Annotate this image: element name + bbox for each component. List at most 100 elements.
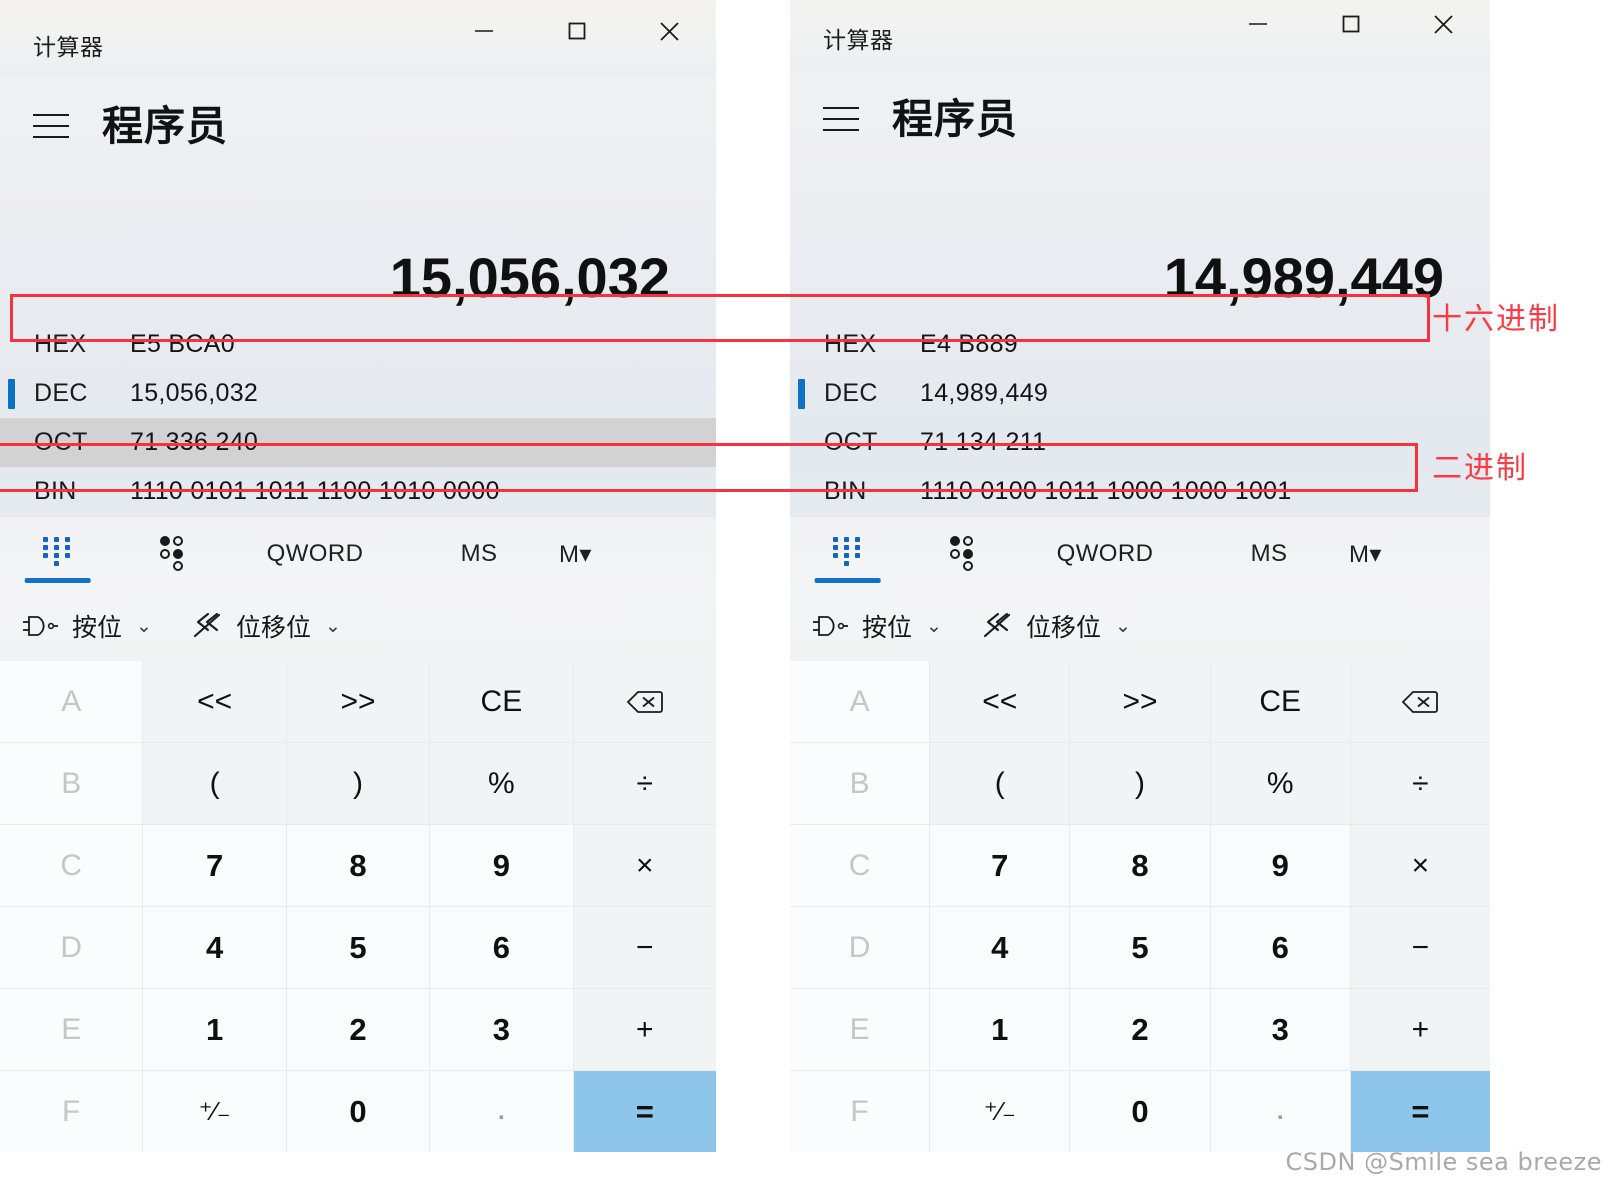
key-2[interactable]: 2 [286, 989, 430, 1070]
key-[interactable]: ) [1070, 743, 1210, 824]
key-[interactable]: − [1350, 907, 1490, 988]
key-8[interactable]: 8 [1070, 825, 1210, 906]
key-[interactable]: ( [143, 743, 286, 824]
key-0[interactable]: 0 [1070, 1071, 1210, 1152]
tab-ms[interactable]: MS [399, 517, 559, 591]
base-row-dec[interactable]: DEC 14,989,449 [790, 369, 1490, 418]
key-b[interactable]: B [790, 743, 930, 824]
hex-annotation-label: 十六进制 [1432, 303, 1560, 336]
key-[interactable]: ⁺∕₋ [143, 1071, 286, 1152]
close-button[interactable] [1397, 0, 1490, 55]
key-3[interactable]: 3 [1210, 989, 1350, 1070]
tab-bits[interactable] [905, 517, 1021, 591]
dropdown-bitwise[interactable]: 按位 ⌄ [22, 608, 152, 644]
key-[interactable]: + [1350, 989, 1490, 1070]
tab-ms[interactable]: MS [1189, 517, 1349, 591]
key-ce[interactable]: CE [430, 661, 573, 742]
key-ce[interactable]: CE [1210, 661, 1350, 742]
hamburger-menu-icon[interactable] [28, 103, 74, 149]
key-6[interactable]: 6 [1210, 907, 1350, 988]
base-row-hex[interactable]: HEX E5 BCA0 [0, 320, 716, 369]
titlebar[interactable]: 计算器 [0, 0, 716, 78]
key-4[interactable]: 4 [930, 907, 1070, 988]
key-7[interactable]: 7 [143, 825, 286, 906]
key-[interactable]: . [430, 1071, 573, 1152]
key-backspace[interactable] [573, 661, 716, 742]
tab-keypad[interactable] [0, 517, 115, 591]
base-row-dec[interactable]: DEC 15,056,032 [0, 369, 716, 418]
key-e[interactable]: E [0, 989, 143, 1070]
tab-bits[interactable] [115, 517, 231, 591]
key-[interactable]: × [573, 825, 716, 906]
maximize-button[interactable] [1304, 0, 1397, 55]
base-label: DEC [34, 379, 88, 407]
key-label: % [488, 766, 515, 800]
hamburger-menu-icon[interactable] [818, 96, 864, 142]
key-[interactable]: × [1350, 825, 1490, 906]
key-[interactable]: ( [930, 743, 1070, 824]
key-a[interactable]: A [0, 661, 143, 742]
key-[interactable]: >> [1070, 661, 1210, 742]
base-row-bin[interactable]: BIN 1110 0101 1011 1100 1010 0000 [0, 467, 716, 516]
key-5[interactable]: 5 [1070, 907, 1210, 988]
minimize-button[interactable] [1211, 0, 1304, 55]
key-a[interactable]: A [790, 661, 930, 742]
key-[interactable]: + [573, 989, 716, 1070]
base-row-oct[interactable]: OCT 71 336 240 [0, 418, 716, 467]
key-6[interactable]: 6 [430, 907, 573, 988]
key-4[interactable]: 4 [143, 907, 286, 988]
key-[interactable]: ÷ [1350, 743, 1490, 824]
key-2[interactable]: 2 [1070, 989, 1210, 1070]
key-[interactable]: >> [286, 661, 430, 742]
key-label: ÷ [1412, 766, 1429, 800]
key-[interactable]: − [573, 907, 716, 988]
backspace-icon [1401, 688, 1439, 716]
key-5[interactable]: 5 [286, 907, 430, 988]
tab-qword[interactable]: QWORD [231, 517, 399, 591]
key-[interactable]: % [1210, 743, 1350, 824]
titlebar[interactable]: 计算器 [790, 0, 1490, 71]
key-3[interactable]: 3 [430, 989, 573, 1070]
key-[interactable]: = [573, 1071, 716, 1152]
tab-qword[interactable]: QWORD [1021, 517, 1189, 591]
key-0[interactable]: 0 [286, 1071, 430, 1152]
minimize-button[interactable] [437, 0, 530, 62]
key-c[interactable]: C [0, 825, 143, 906]
key-9[interactable]: 9 [1210, 825, 1350, 906]
close-button[interactable] [623, 0, 716, 62]
backspace-icon [626, 688, 664, 716]
dropdown-bitshift[interactable]: 位移位 ⌄ [982, 608, 1131, 644]
key-[interactable]: ÷ [573, 743, 716, 824]
key-[interactable]: << [930, 661, 1070, 742]
key-d[interactable]: D [790, 907, 930, 988]
key-label: 2 [349, 1011, 367, 1047]
bin-annotation-label: 二进制 [1432, 452, 1528, 485]
key-c[interactable]: C [790, 825, 930, 906]
key-[interactable]: ⁺∕₋ [930, 1071, 1070, 1152]
key-7[interactable]: 7 [930, 825, 1070, 906]
key-[interactable]: = [1350, 1071, 1490, 1152]
key-[interactable]: ) [286, 743, 430, 824]
key-[interactable]: % [430, 743, 573, 824]
key-d[interactable]: D [0, 907, 143, 988]
base-row-hex[interactable]: HEX E4 B889 [790, 320, 1490, 369]
mode-title: 程序员 [102, 102, 228, 149]
key-9[interactable]: 9 [430, 825, 573, 906]
dropdown-bitwise[interactable]: 按位 ⌄ [812, 608, 942, 644]
key-1[interactable]: 1 [143, 989, 286, 1070]
key-backspace[interactable] [1350, 661, 1490, 742]
key-label: ( [209, 766, 220, 800]
key-8[interactable]: 8 [286, 825, 430, 906]
tab-keypad[interactable] [790, 517, 905, 591]
key-e[interactable]: E [790, 989, 930, 1070]
key-f[interactable]: F [790, 1071, 930, 1152]
base-row-bin[interactable]: BIN 1110 0100 1011 1000 1000 1001 [790, 467, 1490, 516]
key-[interactable]: << [143, 661, 286, 742]
key-f[interactable]: F [0, 1071, 143, 1152]
maximize-button[interactable] [530, 0, 623, 62]
key-1[interactable]: 1 [930, 989, 1070, 1070]
key-[interactable]: . [1210, 1071, 1350, 1152]
dropdown-bitshift[interactable]: 位移位 ⌄ [192, 608, 341, 644]
key-b[interactable]: B [0, 743, 143, 824]
base-row-oct[interactable]: OCT 71 134 211 [790, 418, 1490, 467]
